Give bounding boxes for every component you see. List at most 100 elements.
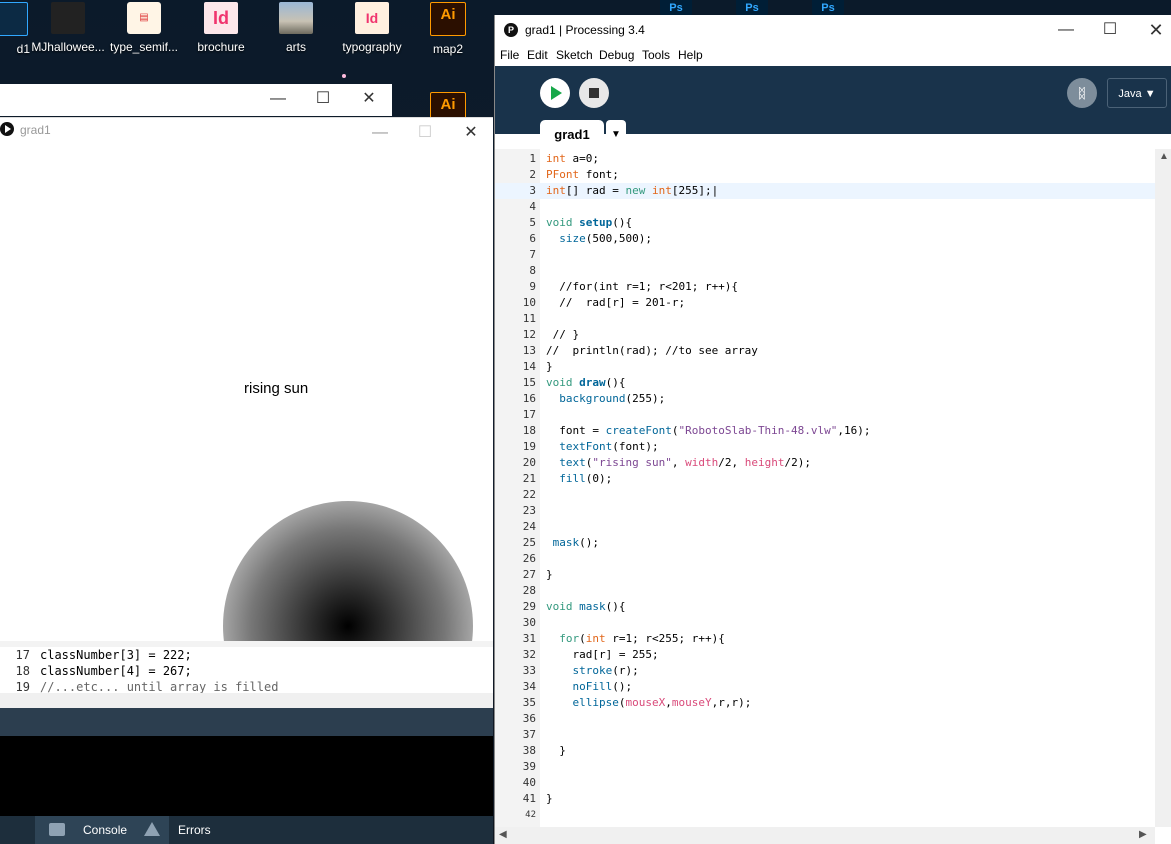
code-line: //...etc... until array is filled (40, 680, 279, 693)
menu-bar: File Edit Sketch Debug Tools Help (495, 45, 1171, 66)
code-line: 27} (522, 568, 553, 581)
desktop-icon-label: MJhallowee... (31, 40, 105, 54)
maximize-icon[interactable]: ☐ (1087, 15, 1133, 45)
menu-tools[interactable]: Tools (642, 48, 670, 62)
code-line: 7 (529, 248, 536, 261)
menu-edit[interactable]: Edit (527, 48, 548, 62)
maximize-icon[interactable]: ☐ (300, 84, 346, 114)
photoshop-file-icon[interactable]: Ps (812, 0, 844, 16)
close-icon[interactable]: ✕ (448, 118, 494, 148)
code-line: classNumber[3] = 222; (40, 648, 192, 662)
menu-debug[interactable]: Debug (599, 48, 634, 62)
stop-button[interactable] (579, 78, 609, 108)
image-file-icon (279, 2, 313, 34)
close-icon[interactable]: ✕ (1133, 15, 1171, 45)
console-tabs: Console Errors (0, 816, 493, 844)
horizontal-scrollbar[interactable]: ◀ ▶ (495, 827, 1155, 844)
menu-sketch[interactable]: Sketch (556, 48, 593, 62)
line-number: 18 (15, 664, 30, 678)
code-line: 5 void setup(){ (529, 216, 633, 229)
code-line: 13// println(rad); //to see array (522, 344, 758, 357)
code-line: 18 font = createFont("RobotoSlab-Thin-48… (522, 424, 871, 437)
indesign-file-icon: Id (355, 2, 389, 34)
code-line: 22 (522, 488, 536, 501)
code-line: 4 (529, 200, 536, 213)
errors-tab-label: Errors (178, 823, 211, 837)
code-line: 12 // } (522, 328, 580, 341)
scroll-left-icon[interactable]: ◀ (499, 829, 507, 840)
illustrator-file-icon: Ai (430, 2, 466, 36)
errors-tab[interactable]: Errors (130, 816, 268, 844)
pdf-file-icon: ▤ (127, 2, 161, 34)
code-line: 40 (522, 776, 536, 789)
mode-selector[interactable]: Java ▼ (1107, 78, 1167, 108)
code-line: 28 (522, 584, 536, 597)
code-line: 21 fill(0); (522, 472, 613, 485)
minimize-icon[interactable]: — (357, 118, 403, 148)
tab-menu-arrow[interactable]: ▼ (606, 120, 626, 149)
window-title: grad1 (20, 123, 51, 137)
code-line: 31 for(int r=1; r<255; r++){ (522, 632, 725, 645)
sketch-canvas[interactable]: rising sun (0, 118, 493, 643)
code-line: classNumber[4] = 267; (40, 664, 192, 678)
horizontal-scrollbar[interactable] (0, 693, 493, 709)
desktop-icon[interactable]: ▤ type_semif... (106, 0, 182, 58)
console-output (0, 736, 493, 816)
code-line: 2 PFont font; (529, 168, 619, 181)
desktop-icon[interactable]: Id typography (334, 0, 410, 58)
code-line: 29 void mask(){ (522, 600, 626, 613)
illustrator-file-icon: Ai (430, 92, 466, 120)
photoshop-file-icon[interactable]: Ps (660, 0, 692, 16)
tab-grad1[interactable]: grad1 (540, 120, 604, 149)
console-tab-label: Console (83, 823, 128, 837)
desktop-icon[interactable]: MJhallowee... (30, 0, 106, 58)
play-icon (551, 86, 562, 100)
sketch-text: rising sun (244, 380, 309, 397)
close-icon[interactable]: ✕ (346, 84, 392, 114)
code-line: 38 } (522, 744, 566, 757)
warning-icon (144, 822, 160, 836)
menu-file[interactable]: File (500, 48, 519, 62)
photoshop-file-icon[interactable]: Ps (736, 0, 768, 16)
desktop-icon-label: brochure (197, 40, 245, 54)
desktop-icon[interactable]: Id brochure (183, 0, 259, 58)
file-icon (0, 2, 28, 36)
minimize-icon[interactable]: — (1043, 15, 1089, 45)
code-line: 25 mask(); (522, 536, 599, 549)
indesign-file-icon: Id (204, 2, 238, 34)
code-line: 8 (529, 264, 536, 277)
desktop-icon-label: map2 (432, 42, 464, 56)
gradient-sun (223, 501, 473, 643)
desktop-icon[interactable]: Ai map2 (410, 0, 486, 58)
code-editor[interactable]: 1 int a=0; 2 PFont font; 3 int[] rad = new … (495, 149, 1171, 827)
code-line: 9 //for(int r=1; r<201; r++){ (529, 280, 739, 293)
code-line: 14} (522, 360, 553, 373)
window-title: grad1 | Processing 3.4 (525, 23, 645, 37)
background-editor: 17 classNumber[3] = 222; 18 classNumber[… (0, 641, 493, 693)
code-line: 33 stroke(r); (522, 664, 639, 677)
code-line: 34 noFill(); (522, 680, 633, 693)
line-number: 17 (15, 648, 30, 662)
console-icon (49, 823, 65, 836)
code-line-current: 3 int[] rad = new int[255];| (495, 183, 1155, 199)
desktop-icon[interactable]: arts (258, 0, 334, 58)
processing-logo-icon (0, 122, 14, 136)
maximize-icon[interactable]: ☐ (402, 118, 448, 148)
desktop-icon-label: type_semif... (109, 40, 179, 54)
debugger-toggle-button[interactable]: ᛥ (1067, 78, 1097, 108)
code-line: 37 (522, 728, 536, 741)
minimize-icon[interactable]: — (255, 84, 301, 114)
code-line: 30 (522, 616, 536, 629)
sketch-window: rising sun grad1 — ☐ ✕ (0, 117, 493, 643)
scroll-up-icon[interactable]: ▲ (1159, 151, 1169, 162)
run-button[interactable] (540, 78, 570, 108)
menu-help[interactable]: Help (678, 48, 703, 62)
stop-icon (589, 88, 599, 98)
code-line: 26 (522, 552, 536, 565)
scroll-right-icon[interactable]: ▶ (1139, 829, 1147, 840)
desktop-icon-label: typography (342, 40, 402, 54)
processing-ide-window: P grad1 | Processing 3.4 — ☐ ✕ File Edit… (494, 15, 1171, 844)
vertical-scrollbar[interactable]: ▲ (1155, 149, 1171, 827)
desktop-icon[interactable]: Ai (410, 90, 486, 120)
desktop-icon-label: arts (285, 40, 306, 54)
